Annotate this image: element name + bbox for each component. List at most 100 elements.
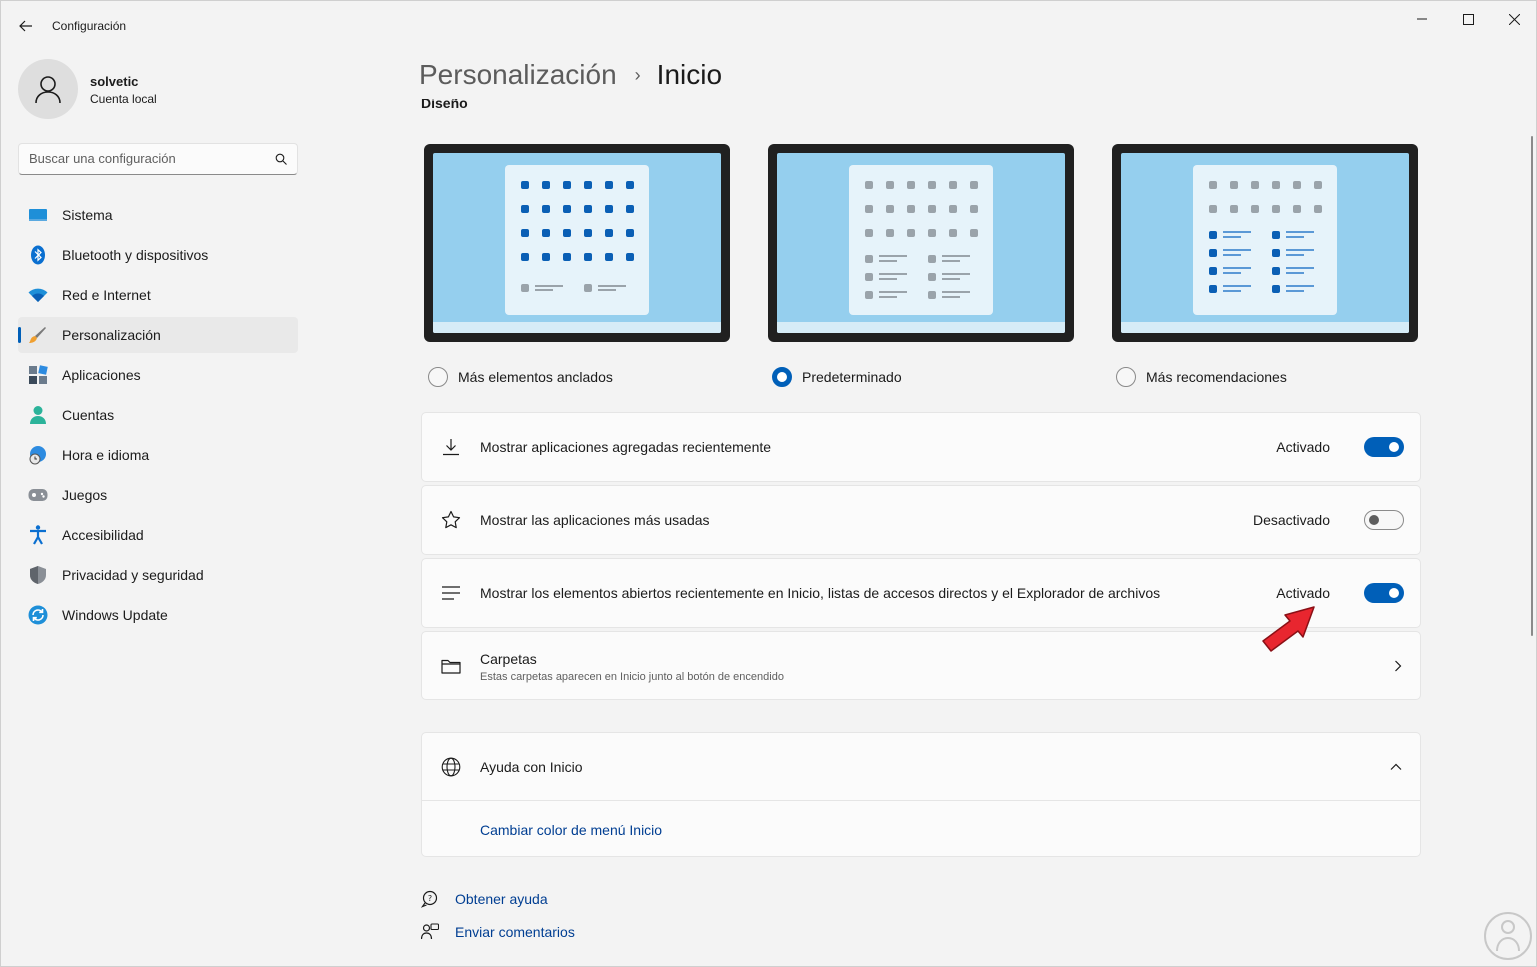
preview-tile: [928, 291, 936, 299]
brush-icon: [28, 325, 48, 345]
search-icon[interactable]: [275, 153, 287, 165]
sidebar-item-bluetooth[interactable]: Bluetooth y dispositivos: [18, 237, 298, 273]
watermark-logo: [1484, 912, 1532, 960]
get-help-link[interactable]: ? Obtener ayuda: [421, 890, 548, 908]
sidebar-item-label: Windows Update: [62, 607, 168, 623]
preview-line: [598, 285, 626, 287]
preview-tile: [1272, 205, 1280, 213]
send-feedback-link[interactable]: Enviar comentarios: [421, 923, 575, 941]
preview-tile: [584, 229, 592, 237]
preview-tile: [865, 205, 873, 213]
chevron-up-icon: [1390, 763, 1402, 770]
folder-icon: [440, 655, 462, 677]
preview-line: [942, 255, 970, 257]
preview-tile: [605, 181, 613, 189]
help-chat-icon: ?: [421, 890, 438, 908]
sidebar-item-accesibilidad[interactable]: Accesibilidad: [18, 517, 298, 553]
preview-line: [879, 296, 897, 298]
preview-tile: [1314, 205, 1322, 213]
layout-option-more-recommendations[interactable]: Más recomendaciones: [1116, 367, 1287, 387]
preview-tile: [949, 229, 957, 237]
maximize-button[interactable]: [1445, 5, 1491, 33]
apps-icon: [28, 365, 48, 385]
preview-tile: [521, 229, 529, 237]
preview-line: [1286, 290, 1304, 292]
preview-line: [942, 278, 960, 280]
globe-clock-icon: [28, 445, 48, 465]
preview-tile: [1293, 181, 1301, 189]
layout-option-more-pins[interactable]: Más elementos anclados: [428, 367, 613, 387]
minimize-button[interactable]: [1399, 5, 1445, 33]
preview-tile: [928, 181, 936, 189]
close-icon: [1508, 13, 1520, 25]
preview-tile: [626, 253, 634, 261]
setting-description: Estas carpetas aparecen en Inicio junto …: [480, 671, 784, 683]
sidebar-item-aplicaciones[interactable]: Aplicaciones: [18, 357, 298, 393]
sidebar-item-label: Privacidad y seguridad: [62, 567, 204, 583]
setting-label: Mostrar aplicaciones agregadas recientem…: [480, 439, 772, 455]
layout-option-default[interactable]: Predeterminado: [772, 367, 902, 387]
gamepad-icon: [28, 485, 48, 505]
back-button[interactable]: [13, 13, 39, 39]
preview-tile: [584, 181, 592, 189]
sidebar-item-personalizacion[interactable]: Personalización: [18, 317, 298, 353]
search-input[interactable]: [29, 151, 269, 166]
layout-preview-more-pins[interactable]: [424, 144, 730, 342]
sidebar-item-hora[interactable]: Hora e idioma: [18, 437, 298, 473]
breadcrumb-parent[interactable]: Personalización: [419, 59, 617, 91]
star-icon: [440, 509, 462, 531]
preview-tile: [542, 253, 550, 261]
divider: [422, 800, 1420, 801]
change-start-color-link[interactable]: Cambiar color de menú Inicio: [480, 822, 662, 838]
taskbar-preview: [433, 322, 721, 333]
sidebar-item-windows-update[interactable]: Windows Update: [18, 597, 298, 633]
preview-tile: [1209, 231, 1217, 239]
preview-line: [1223, 267, 1251, 269]
start-menu-preview: [849, 165, 993, 315]
help-section: Ayuda con Inicio Cambiar color de menú I…: [421, 732, 1421, 857]
user-profile[interactable]: solvetic Cuenta local: [18, 59, 298, 119]
start-menu-preview: [1193, 165, 1337, 315]
sidebar-item-red[interactable]: Red e Internet: [18, 277, 298, 313]
close-button[interactable]: [1491, 5, 1537, 33]
preview-tile: [1272, 267, 1280, 275]
preview-tile: [563, 181, 571, 189]
user-avatar-icon: [35, 76, 61, 104]
radio-button[interactable]: [1116, 367, 1136, 387]
system-icon: [28, 205, 48, 225]
preview-tile: [563, 205, 571, 213]
radio-button[interactable]: [428, 367, 448, 387]
layout-preview-screen: [433, 153, 721, 333]
preview-tile: [928, 255, 936, 263]
accessibility-icon: [28, 525, 48, 545]
preview-tile: [605, 253, 613, 261]
preview-tile: [521, 284, 529, 292]
breadcrumb: Personalización › Inicio: [419, 59, 722, 91]
preview-line: [1286, 267, 1314, 269]
sidebar-item-privacidad[interactable]: Privacidad y seguridad: [18, 557, 298, 593]
layout-preview-default[interactable]: [768, 144, 1074, 342]
sidebar-item-juegos[interactable]: Juegos: [18, 477, 298, 513]
preview-line: [942, 273, 970, 275]
list-icon: [440, 582, 462, 604]
sidebar-item-cuentas[interactable]: Cuentas: [18, 397, 298, 433]
toggle-switch[interactable]: [1364, 437, 1404, 457]
layout-preview-more-recommendations[interactable]: [1112, 144, 1418, 342]
chevron-right-icon: [1395, 660, 1402, 671]
search-box[interactable]: [18, 143, 298, 175]
avatar: [18, 59, 78, 119]
toggle-switch[interactable]: [1364, 583, 1404, 603]
radio-button-selected[interactable]: [772, 367, 792, 387]
settings-window: Configuración solvetic Cuenta local Sist…: [0, 0, 1537, 967]
preview-line: [1223, 285, 1251, 287]
annotation-arrow-icon: [1262, 606, 1315, 652]
preview-tile: [542, 181, 550, 189]
app-title: Configuración: [52, 19, 127, 33]
preview-tile: [626, 205, 634, 213]
preview-tile: [907, 229, 915, 237]
account-type: Cuenta local: [90, 92, 157, 106]
scrollbar[interactable]: [1531, 136, 1533, 636]
help-header[interactable]: Ayuda con Inicio: [422, 733, 1420, 800]
toggle-switch[interactable]: [1364, 510, 1404, 530]
sidebar-item-sistema[interactable]: Sistema: [18, 197, 298, 233]
